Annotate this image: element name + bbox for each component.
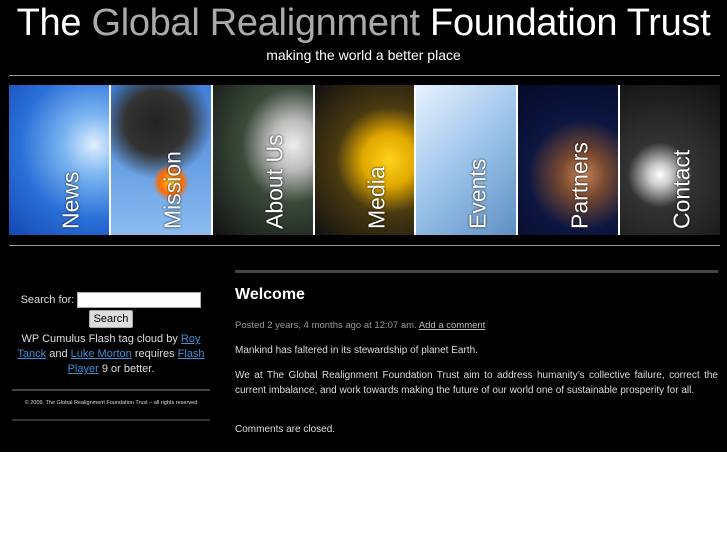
nav-label: Partners xyxy=(566,142,593,229)
nav-partners[interactable]: Partners xyxy=(518,85,619,235)
search-input[interactable] xyxy=(77,292,202,308)
nav-label: Events xyxy=(464,158,491,229)
title-part: The xyxy=(16,2,82,44)
divider xyxy=(9,245,720,246)
luke-morton-link[interactable]: Luke Morton xyxy=(71,348,132,360)
text: requires xyxy=(131,348,178,360)
nav-label: Media xyxy=(363,166,389,229)
site-title[interactable]: The Global Realignment Foundation Trust xyxy=(0,2,727,45)
divider xyxy=(9,75,720,76)
text: 9 or better. xyxy=(98,363,155,375)
search-button[interactable]: Search xyxy=(88,310,134,328)
search-label: Search for: xyxy=(20,293,75,306)
add-comment-link[interactable]: Add a comment xyxy=(419,320,486,331)
nav-label: Mission xyxy=(159,151,186,229)
nav-label: News xyxy=(57,171,84,229)
nav-about-us[interactable]: About Us xyxy=(212,85,313,235)
comments-closed: Comments are closed. xyxy=(235,424,336,435)
nav-news[interactable]: News xyxy=(9,85,109,235)
post-paragraph: Mankind has faltered in its stewardship … xyxy=(235,345,478,356)
page: The Global Realignment Foundation Trust … xyxy=(0,0,727,452)
cumulus-notice: WP Cumulus Flash tag cloud by Roy Tanck … xyxy=(12,332,210,377)
divider xyxy=(235,270,718,273)
post: Welcome Posted 2 years, 4 months ago at … xyxy=(235,270,718,447)
nav-label: About Us xyxy=(261,134,288,229)
post-meta: Posted 2 years, 4 months ago at 12:07 am… xyxy=(235,320,718,331)
nav-events[interactable]: Events xyxy=(416,85,517,235)
title-part: Global Realignment xyxy=(91,2,420,44)
sidebar: Search for: Search WP Cumulus Flash tag … xyxy=(12,292,210,421)
nav-contact[interactable]: Contact xyxy=(620,85,721,235)
copyright: © 2009, The Global Realignment Foundatio… xyxy=(12,389,210,421)
nav-mission[interactable]: Mission xyxy=(110,85,211,235)
nav-media[interactable]: Media xyxy=(314,85,415,235)
title-part: Foundation Trust xyxy=(430,2,711,44)
post-paragraph: We at The Global Realignment Foundation … xyxy=(235,370,718,396)
post-date: Posted 2 years, 4 months ago at 12:07 am… xyxy=(235,320,419,331)
text: and xyxy=(46,348,71,360)
nav-label: Contact xyxy=(668,149,695,229)
post-title[interactable]: Welcome xyxy=(235,286,718,304)
nav-banner: News Mission About Us Media Events Partners Co… xyxy=(9,85,721,235)
tagline: making the world a better place xyxy=(266,47,461,63)
text: WP Cumulus Flash tag cloud by xyxy=(21,333,181,345)
